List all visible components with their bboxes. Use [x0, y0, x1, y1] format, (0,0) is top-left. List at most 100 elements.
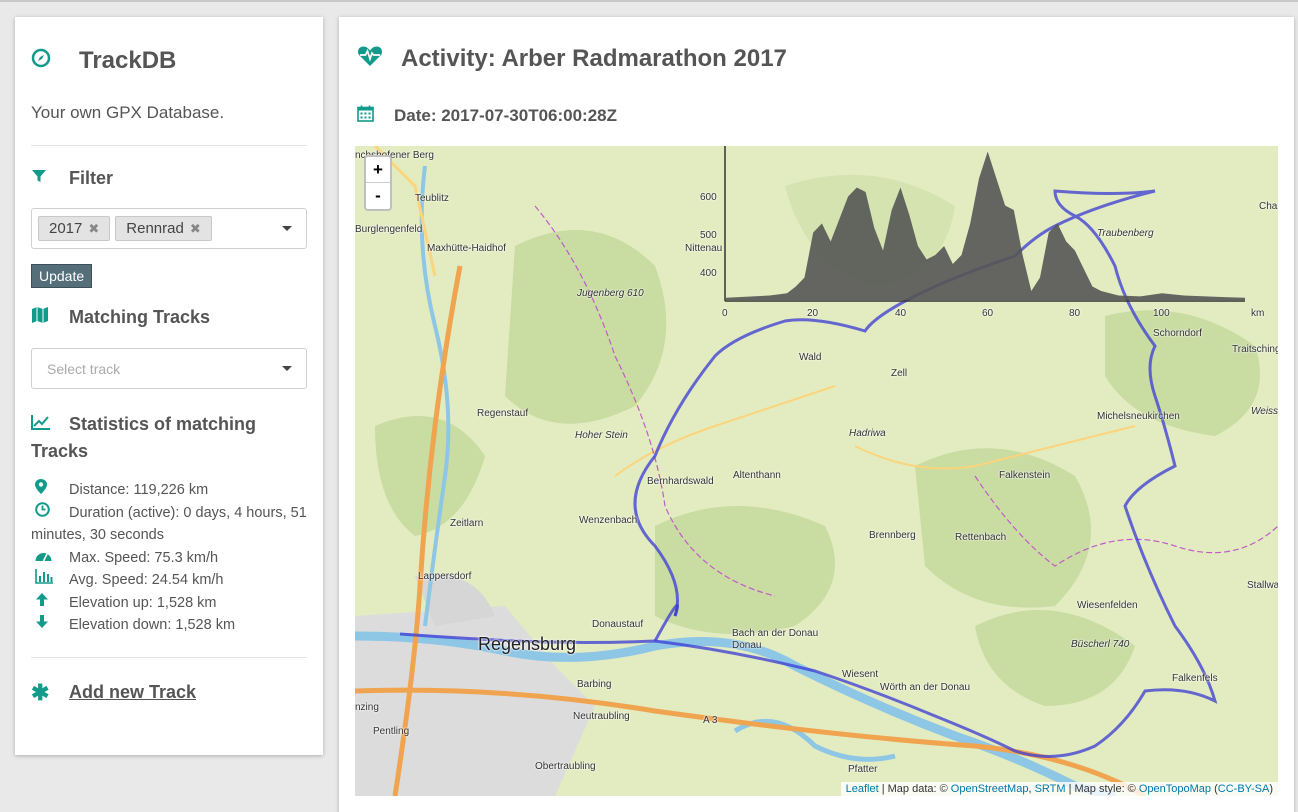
map-place-label: Bach an der Donau	[732, 628, 819, 639]
stat-text: Elevation up: 1,528 km	[69, 594, 217, 611]
tagline: Your own GPX Database.	[31, 103, 225, 122]
map-place-label: Obertraubling	[535, 761, 596, 772]
map-place-label: Regensburg	[478, 634, 577, 654]
map-place-label: nzing	[355, 702, 379, 713]
stat-text: Duration (active): 0 days, 4 hours, 51 m…	[31, 504, 307, 544]
zoom-in-button[interactable]: +	[366, 157, 390, 183]
map-place-label: Nittenau	[685, 243, 723, 254]
stat-distance: Distance: 119,226 km	[31, 479, 307, 502]
elevation-y-tick: 500	[700, 230, 717, 241]
osm-link[interactable]: OpenStreetMap	[951, 783, 1029, 795]
add-track-label[interactable]: Add new Track	[69, 682, 196, 703]
attribution-text: (	[1211, 783, 1218, 795]
track-map[interactable]: 600 500 400 0 20 40 60 80 100 km Regensb…	[355, 146, 1278, 796]
map-peak-label: Hoher Stein	[575, 430, 628, 441]
stat-duration: Duration (active): 0 days, 4 hours, 51 m…	[31, 501, 307, 547]
elevation-x-tick: 80	[1069, 308, 1081, 319]
map-place-label: Pfatter	[848, 764, 878, 775]
tag-chip-label: 2017	[49, 220, 83, 237]
elevation-x-tick: 20	[807, 308, 819, 319]
map-peak-label: Büscherl 740	[1071, 639, 1130, 650]
map-place-label: Donaustauf	[592, 619, 644, 630]
zoom-control: + -	[364, 155, 392, 211]
map-place-label: Wörth an der Donau	[880, 682, 971, 693]
update-button[interactable]: Update	[31, 264, 93, 288]
map-place-label: Stallwang	[1247, 580, 1278, 591]
map-peak-label: Hadriwa	[849, 428, 886, 439]
line-chart-icon	[31, 411, 69, 438]
elevation-x-unit: km	[1251, 308, 1265, 319]
chevron-down-icon[interactable]	[282, 366, 292, 371]
track-select[interactable]: Select track	[31, 348, 307, 389]
app-title: TrackDB	[79, 47, 177, 74]
map-marker-icon	[31, 479, 69, 502]
map-place-label: Weiss	[1251, 406, 1278, 417]
stat-text: Max. Speed: 75.3 km/h	[69, 549, 219, 566]
stat-max-speed: Max. Speed: 75.3 km/h	[31, 547, 307, 570]
leaflet-link[interactable]: Leaflet	[846, 783, 879, 795]
tag-chip[interactable]: 2017 ✖	[38, 216, 111, 241]
map-place-label: Teublitz	[415, 193, 449, 204]
activity-title: Activity: Arber Radmarathon 2017	[401, 45, 787, 72]
map-peak-label: Jugenberg 610	[577, 288, 644, 299]
matching-tracks-title: Matching Tracks	[69, 307, 211, 327]
tag-filter-select[interactable]: 2017 ✖ Rennrad ✖	[31, 208, 307, 249]
main-panel: Activity: Arber Radmarathon 2017 Date: 2…	[339, 17, 1294, 812]
map-place-label: Lappersdorf	[418, 571, 472, 582]
map-place-label: Pentling	[373, 726, 410, 737]
map-icon	[31, 306, 69, 329]
map-place-label: Bernhardswald	[647, 476, 714, 487]
arrow-up-icon	[31, 592, 69, 615]
bar-chart-icon	[31, 569, 69, 592]
map-peak-label: Traubenberg	[1097, 228, 1154, 239]
map-place-label: Altenthann	[733, 470, 781, 481]
zoom-out-button[interactable]: -	[366, 183, 390, 209]
map-place-label: Maxhütte-Haidhof	[427, 243, 506, 254]
map-place-label: Wiesenfelden	[1077, 600, 1138, 611]
stat-text: Distance: 119,226 km	[69, 482, 209, 498]
map-place-label: Falkenfels	[1172, 673, 1218, 684]
map-place-label: Brennberg	[869, 530, 916, 541]
tag-chip[interactable]: Rennrad ✖	[115, 216, 212, 241]
divider	[31, 145, 307, 146]
map-place-label: Schorndorf	[1153, 328, 1202, 339]
map-place-label: Zeitlarn	[450, 518, 484, 529]
elevation-x-tick: 100	[1153, 308, 1170, 319]
elevation-y-tick: 600	[700, 192, 717, 203]
attribution-text: )	[1269, 783, 1273, 795]
tachometer-icon	[31, 547, 69, 570]
stat-avg-speed: Avg. Speed: 24.54 km/h	[31, 569, 307, 592]
heartbeat-icon	[357, 45, 401, 73]
remove-tag-icon[interactable]: ✖	[88, 221, 99, 237]
map-place-label: Cha	[1259, 201, 1278, 212]
stat-elevation-up: Elevation up: 1,528 km	[31, 592, 307, 615]
attribution-text: | Map data: ©	[878, 783, 951, 795]
add-track-link[interactable]: ✱ Add new Track	[31, 680, 307, 706]
remove-tag-icon[interactable]: ✖	[190, 221, 201, 237]
map-place-label: Falkenstein	[999, 470, 1051, 481]
filter-icon	[31, 168, 69, 189]
activity-date-row: Date: 2017-07-30T06:00:28Z	[357, 105, 617, 127]
srtm-link[interactable]: SRTM	[1035, 783, 1066, 795]
map-place-label-line: Donau	[732, 640, 762, 651]
track-select-placeholder: Select track	[47, 360, 121, 377]
map-place-label: Barbing	[577, 679, 612, 690]
map-place-label: Regenstauf	[477, 408, 529, 419]
map-place-label: Wiesent	[842, 669, 879, 680]
top-border	[0, 0, 1298, 2]
asterisk-icon: ✱	[31, 679, 50, 705]
elevation-y-tick: 400	[700, 268, 717, 279]
map-place-label: Wald	[799, 352, 822, 363]
filter-heading: Filter	[31, 168, 307, 189]
filter-title: Filter	[69, 168, 114, 188]
brand[interactable]: TrackDB	[31, 39, 307, 83]
tag-chip-label: Rennrad	[126, 220, 184, 237]
sidebar: TrackDB Your own GPX Database. Filter 20…	[15, 17, 323, 755]
arrow-down-icon	[31, 614, 69, 637]
chevron-down-icon[interactable]	[282, 226, 292, 231]
license-link[interactable]: CC-BY-SA	[1218, 783, 1270, 795]
stat-text: Elevation down: 1,528 km	[69, 617, 236, 633]
opentopomap-link[interactable]: OpenTopoMap	[1139, 783, 1211, 795]
activity-heading: Activity: Arber Radmarathon 2017	[357, 45, 787, 73]
elevation-x-tick: 40	[895, 308, 907, 319]
